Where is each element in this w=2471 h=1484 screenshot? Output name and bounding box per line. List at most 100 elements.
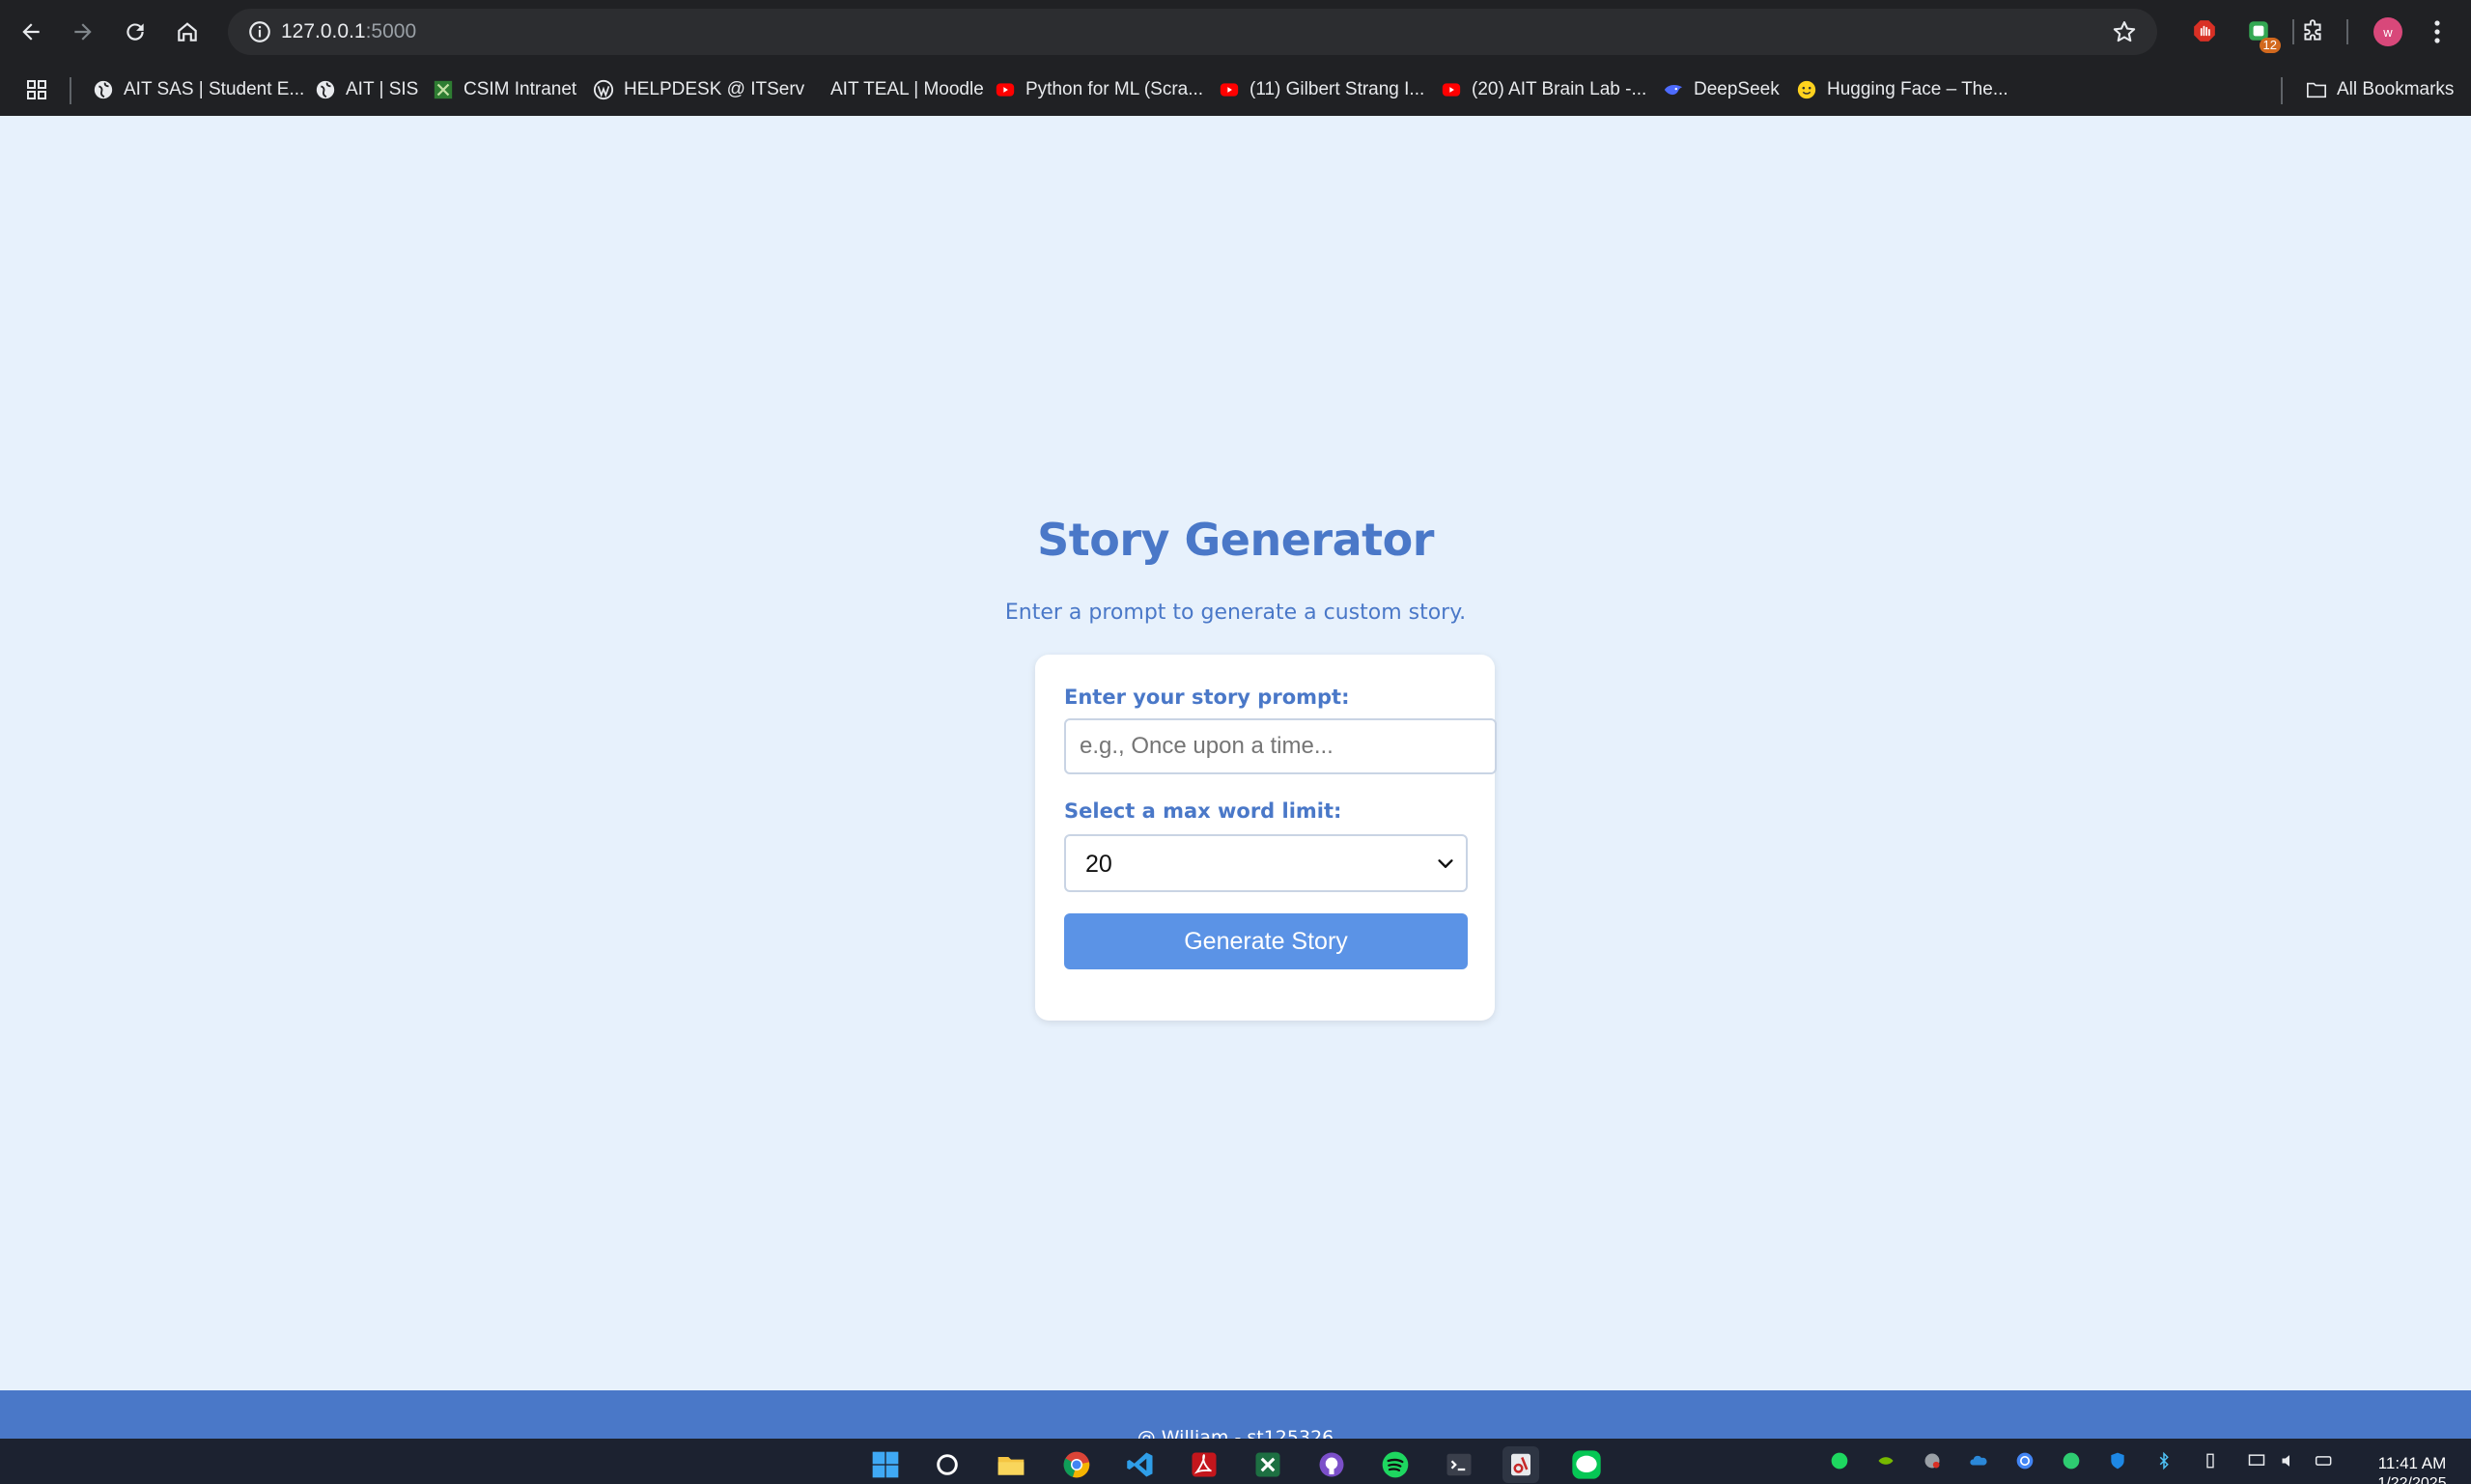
- bookmark-label: HELPDESK @ ITServ: [624, 79, 805, 99]
- bookmark-item[interactable]: (20) AIT Brain Lab -...: [1441, 73, 1646, 106]
- clock-date: 1/22/2025: [2377, 1475, 2447, 1484]
- github-icon: [1319, 1452, 1344, 1477]
- taskbar-search-button[interactable]: [929, 1446, 966, 1483]
- tray-spotify-icon[interactable]: [1829, 1450, 1850, 1471]
- toolbar-separator: [2292, 19, 2294, 44]
- tray-battery-icon[interactable]: [2314, 1450, 2335, 1471]
- browser-chrome: 127.0.0.1:5000 12 w AIT SAS | Student E.…: [0, 0, 2471, 116]
- page-footer: @ William - st125326: [0, 1390, 2471, 1448]
- start-button[interactable]: [867, 1446, 904, 1483]
- tray-network-icon[interactable]: [2246, 1450, 2267, 1471]
- url-text[interactable]: 127.0.0.1:5000: [281, 19, 416, 44]
- tray-usb-icon[interactable]: [2200, 1450, 2221, 1471]
- globe-icon: [93, 79, 114, 100]
- bookmark-item[interactable]: DeepSeek: [1663, 73, 1780, 106]
- search-icon: [937, 1454, 958, 1475]
- youtube-icon: [1219, 79, 1240, 100]
- taskbar-terminal[interactable]: [1441, 1446, 1477, 1483]
- taskbar-vscode[interactable]: [1122, 1446, 1159, 1483]
- page-body: Story Generator Enter a prompt to genera…: [0, 116, 2471, 1390]
- bookmark-label: AIT | SIS: [346, 79, 419, 99]
- bookmark-separator: [70, 77, 71, 104]
- bookmark-label: Python for ML (Scra...: [1025, 79, 1204, 99]
- tray-grammarly-icon[interactable]: [2014, 1450, 2036, 1471]
- extension-adblock-button[interactable]: [2188, 14, 2221, 47]
- bookmark-label: AIT SAS | Student E...: [124, 79, 305, 99]
- bookmark-item[interactable]: AIT | SIS: [315, 73, 418, 106]
- taskbar-file-explorer[interactable]: [993, 1446, 1029, 1483]
- taskbar-acrobat[interactable]: [1186, 1446, 1222, 1483]
- forward-button[interactable]: [66, 14, 100, 49]
- extension-badge-button[interactable]: 12: [2242, 14, 2281, 53]
- apps-button[interactable]: [25, 73, 48, 106]
- bookmark-item[interactable]: AIT SAS | Student E...: [93, 73, 304, 106]
- page-title: Story Generator: [1037, 514, 1434, 566]
- story-prompt-input[interactable]: [1064, 718, 1497, 774]
- reload-button[interactable]: [118, 14, 153, 49]
- word-limit-select[interactable]: 20: [1064, 834, 1468, 892]
- menu-dots-icon[interactable]: [2428, 17, 2447, 46]
- bookmark-star-icon[interactable]: [2111, 18, 2138, 45]
- word-limit-label: Select a max word limit:: [1064, 799, 1342, 823]
- browser-toolbar: 127.0.0.1:5000 12 w: [0, 0, 2471, 64]
- tray-security-icon[interactable]: [1922, 1450, 1943, 1471]
- home-button[interactable]: [170, 14, 205, 49]
- deepseek-icon: [1663, 79, 1684, 100]
- arrow-right-icon: [74, 23, 92, 41]
- tray-bluetooth-icon[interactable]: [2153, 1450, 2175, 1471]
- reload-icon: [126, 23, 144, 41]
- chrome-icon: [1063, 1451, 1090, 1478]
- bookmark-label: CSIM Intranet: [463, 79, 577, 99]
- youtube-icon: [1441, 79, 1462, 100]
- word-limit-value: 20: [1085, 851, 1112, 878]
- all-bookmarks-label: All Bookmarks: [2337, 79, 2455, 99]
- url-host: 127.0.0.1: [281, 20, 366, 42]
- info-icon[interactable]: [247, 19, 272, 44]
- prompt-label: Enter your story prompt:: [1064, 686, 1350, 709]
- stop-hand-icon: [2194, 20, 2215, 42]
- back-button[interactable]: [14, 14, 48, 49]
- excel-icon: [1255, 1452, 1280, 1477]
- csim-icon: [433, 79, 454, 100]
- bookmark-item[interactable]: (11) Gilbert Strang I...: [1219, 73, 1424, 106]
- line-messenger-icon: [1572, 1450, 1601, 1479]
- address-bar[interactable]: 127.0.0.1:5000: [228, 9, 2157, 55]
- extensions-button[interactable]: [2296, 14, 2329, 47]
- taskbar-snipping-tool[interactable]: [1502, 1446, 1539, 1483]
- bookmark-item[interactable]: Hugging Face – The...: [1796, 73, 2008, 106]
- bookmark-item[interactable]: CSIM Intranet: [433, 73, 576, 106]
- url-port: :5000: [365, 20, 417, 42]
- extension-badge-count: 12: [2259, 38, 2281, 53]
- taskbar-clock[interactable]: 11:41 AM 1/22/2025: [2364, 1454, 2460, 1484]
- chevron-down-icon: [1438, 859, 1453, 868]
- bookmarks-bar: AIT SAS | Student E... AIT | SIS CSIM In…: [0, 64, 2471, 116]
- windows-logo-icon: [872, 1451, 899, 1478]
- tray-onedrive-icon[interactable]: [1968, 1450, 1989, 1471]
- profile-avatar[interactable]: w: [2373, 17, 2402, 46]
- bookmark-item[interactable]: HELPDESK @ ITServ: [593, 73, 804, 106]
- bookmark-label: (20) AIT Brain Lab -...: [1472, 79, 1647, 99]
- globe-icon: [315, 79, 336, 100]
- taskbar-excel[interactable]: [1250, 1446, 1286, 1483]
- tray-defender-icon[interactable]: [2107, 1450, 2128, 1471]
- moodle-icon: [800, 79, 821, 100]
- taskbar-github[interactable]: [1313, 1446, 1350, 1483]
- bookmark-item[interactable]: Python for ML (Scra...: [995, 73, 1203, 106]
- puzzle-icon: [2304, 19, 2321, 41]
- bookmark-item[interactable]: AIT TEAL | Moodle: [800, 73, 984, 106]
- bookmark-label: DeepSeek: [1694, 79, 1780, 99]
- tray-nvidia-icon[interactable]: [1875, 1450, 1896, 1471]
- snipping-tool-icon: [1511, 1453, 1530, 1476]
- taskbar-line[interactable]: [1568, 1446, 1605, 1483]
- taskbar-spotify[interactable]: [1377, 1446, 1414, 1483]
- all-bookmarks-button[interactable]: All Bookmarks: [2306, 73, 2454, 106]
- tray-volume-icon[interactable]: [2279, 1450, 2300, 1471]
- tray-app-green-icon[interactable]: [2061, 1450, 2082, 1471]
- vscode-icon: [1127, 1452, 1153, 1477]
- story-form-card: Enter your story prompt: Select a max wo…: [1035, 655, 1497, 1021]
- taskbar-chrome[interactable]: [1058, 1446, 1095, 1483]
- generate-story-button[interactable]: Generate Story: [1064, 913, 1468, 969]
- bookmark-label: AIT TEAL | Moodle: [830, 79, 984, 99]
- acrobat-icon: [1192, 1452, 1217, 1477]
- bookmark-separator: [2281, 77, 2283, 104]
